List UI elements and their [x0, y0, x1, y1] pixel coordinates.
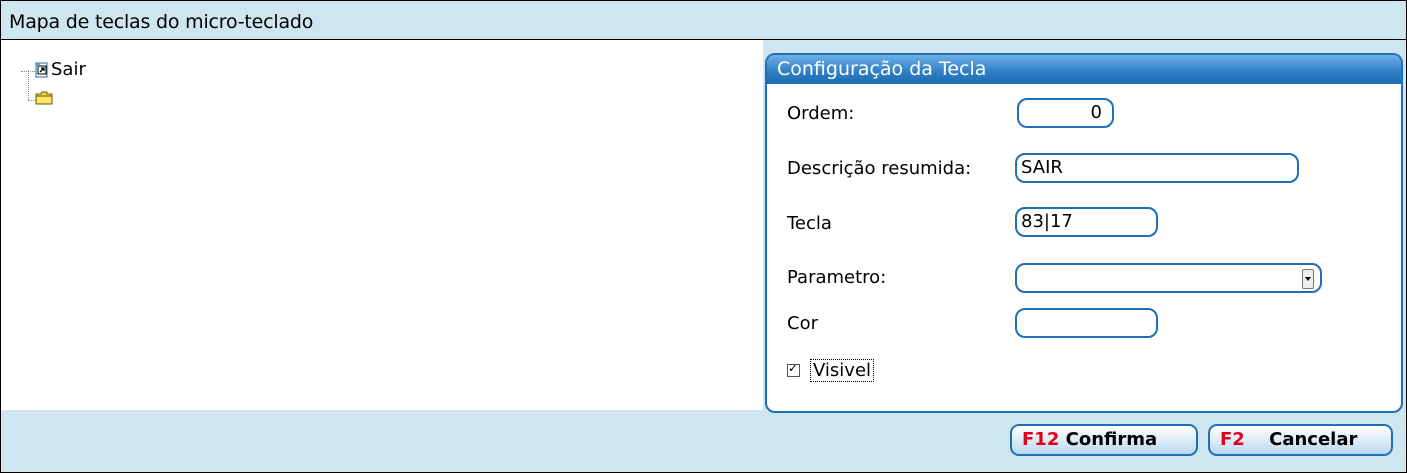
cancel-hotkey: F2 [1220, 429, 1245, 450]
panel-header: Configuração da Tecla [767, 55, 1401, 84]
confirm-hotkey: F12 [1022, 429, 1060, 450]
folder-icon [35, 89, 53, 105]
cancel-button[interactable]: F2 Cancelar [1208, 424, 1393, 456]
cor-input[interactable] [1015, 308, 1158, 338]
visivel-checkbox[interactable]: ✓ [787, 361, 800, 377]
dropdown-arrow-icon[interactable] [1302, 269, 1314, 289]
visivel-label: Visivel [810, 359, 875, 382]
descricao-label: Descrição resumida: [787, 158, 972, 179]
descricao-input[interactable]: SAIR [1015, 153, 1299, 183]
key-tree[interactable]: Sair [1, 40, 763, 410]
parametro-label: Parametro: [787, 267, 887, 288]
cor-label: Cor [787, 313, 818, 334]
tree-item-folder[interactable] [35, 89, 53, 105]
cancel-label: Cancelar [1269, 429, 1358, 450]
tree-connector [28, 70, 29, 100]
micro-keyboard-map-window: Mapa de teclas do micro-teclado Sair Con… [0, 0, 1407, 473]
ordem-input[interactable]: 0 [1017, 98, 1114, 128]
key-config-panel: Configuração da Tecla Ordem: 0 Descrição… [765, 53, 1403, 413]
shortcut-icon [35, 62, 49, 78]
tree-item-sair[interactable]: Sair [35, 59, 86, 80]
confirm-button[interactable]: F12 Confirma [1010, 424, 1198, 456]
confirm-label: Confirma [1065, 429, 1158, 450]
tree-item-label: Sair [51, 59, 86, 80]
title-bar: Mapa de teclas do micro-teclado [1, 1, 1406, 40]
ordem-label: Ordem: [787, 103, 855, 124]
tecla-label: Tecla [787, 213, 832, 234]
parametro-select[interactable] [1015, 263, 1322, 293]
visivel-row[interactable]: ✓ Visivel [787, 359, 875, 382]
checkmark-icon: ✓ [788, 361, 799, 375]
tecla-input[interactable]: 83|17 [1015, 207, 1158, 237]
window-title: Mapa de teclas do micro-teclado [9, 11, 314, 33]
